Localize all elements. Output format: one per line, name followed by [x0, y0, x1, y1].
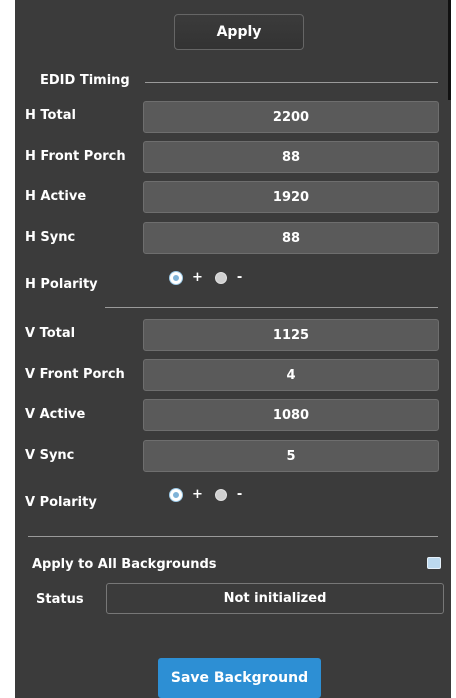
label-v-sync: V Sync — [25, 448, 75, 463]
label-v-active: V Active — [25, 407, 86, 422]
h-polarity-plus-label: + — [192, 270, 203, 285]
label-v-total: V Total — [25, 326, 76, 341]
h-sync-field[interactable]: 88 — [143, 222, 439, 254]
v-polarity-plus-radio[interactable] — [170, 488, 182, 501]
v-polarity-radio-group: + - — [170, 487, 254, 502]
label-apply-all-backgrounds: Apply to All Backgrounds — [32, 557, 217, 572]
section-title-edid-timing: EDID Timing — [40, 73, 130, 88]
h-polarity-radio-group: + - — [170, 270, 254, 285]
v-polarity-plus-label: + — [192, 487, 203, 502]
label-h-active: H Active — [25, 189, 87, 204]
label-h-polarity: H Polarity — [25, 277, 98, 292]
status-value: Not initialized — [106, 583, 444, 614]
v-front-porch-field[interactable]: 4 — [143, 359, 439, 391]
apply-all-backgrounds-checkbox[interactable] — [427, 557, 441, 569]
v-total-field[interactable]: 1125 — [143, 319, 439, 351]
label-h-sync: H Sync — [25, 230, 76, 245]
left-margin — [0, 0, 15, 698]
v-sync-field[interactable]: 5 — [143, 440, 439, 472]
section-divider — [28, 536, 438, 537]
v-polarity-minus-radio[interactable] — [214, 488, 227, 501]
label-v-polarity: V Polarity — [25, 495, 97, 510]
right-margin — [451, 0, 456, 698]
label-h-total: H Total — [25, 108, 76, 123]
section-divider — [145, 82, 438, 83]
label-v-front-porch: V Front Porch — [25, 367, 125, 382]
label-status: Status — [36, 592, 84, 607]
apply-button[interactable]: Apply — [174, 14, 304, 50]
h-polarity-minus-radio[interactable] — [214, 271, 227, 284]
v-polarity-minus-label: - — [236, 487, 243, 502]
h-polarity-plus-radio[interactable] — [170, 271, 182, 284]
h-total-field[interactable]: 2200 — [143, 101, 439, 133]
label-h-front-porch: H Front Porch — [25, 149, 126, 164]
h-polarity-minus-label: - — [236, 270, 243, 285]
h-active-field[interactable]: 1920 — [143, 181, 439, 213]
h-front-porch-field[interactable]: 88 — [143, 141, 439, 173]
v-active-field[interactable]: 1080 — [143, 399, 439, 431]
save-background-button[interactable]: Save Background — [158, 658, 321, 698]
section-divider — [105, 307, 438, 308]
